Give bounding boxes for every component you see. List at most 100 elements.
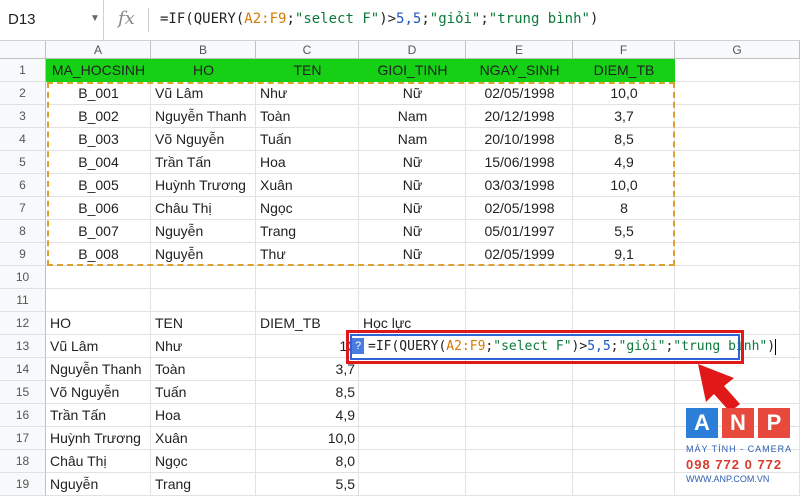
column-header-e[interactable]: E: [466, 41, 573, 59]
table-cell[interactable]: 20/12/1998: [466, 105, 573, 128]
table-cell[interactable]: 8: [573, 197, 675, 220]
row-header-12[interactable]: 12: [0, 312, 46, 335]
table-cell[interactable]: Tuấn: [256, 128, 359, 151]
table-cell[interactable]: Nam: [359, 105, 466, 128]
table-cell[interactable]: Nguyễn Thanh: [151, 105, 256, 128]
table-cell[interactable]: Toàn: [151, 358, 256, 381]
table-cell[interactable]: 10,0: [256, 427, 359, 450]
row-header-4[interactable]: 4: [0, 128, 46, 151]
cell[interactable]: [573, 427, 675, 450]
column-title[interactable]: HO: [151, 59, 256, 82]
table-cell[interactable]: Huỳnh Trương: [151, 174, 256, 197]
table-cell[interactable]: B_006: [46, 197, 151, 220]
table-cell[interactable]: B_008: [46, 243, 151, 266]
row-header-3[interactable]: 3: [0, 105, 46, 128]
row-header-9[interactable]: 9: [0, 243, 46, 266]
table-cell[interactable]: 5,5: [256, 473, 359, 496]
cell[interactable]: [256, 289, 359, 312]
cell[interactable]: [573, 473, 675, 496]
column-title[interactable]: MA_HOCSINH: [46, 59, 151, 82]
row-header-18[interactable]: 18: [0, 450, 46, 473]
cell[interactable]: [675, 289, 800, 312]
table-cell[interactable]: Vũ Lâm: [151, 82, 256, 105]
table-cell[interactable]: B_007: [46, 220, 151, 243]
table-cell[interactable]: 02/05/1998: [466, 197, 573, 220]
column-header-b[interactable]: B: [151, 41, 256, 59]
cell[interactable]: [675, 82, 800, 105]
column-title[interactable]: DIEM_TB: [256, 312, 359, 335]
table-cell[interactable]: Nguyễn Thanh: [46, 358, 151, 381]
table-cell[interactable]: Tuấn: [151, 381, 256, 404]
cell[interactable]: [573, 450, 675, 473]
table-cell[interactable]: Thư: [256, 243, 359, 266]
table-cell[interactable]: B_005: [46, 174, 151, 197]
column-header-a[interactable]: A: [46, 41, 151, 59]
table-cell[interactable]: Nữ: [359, 197, 466, 220]
table-cell[interactable]: Võ Nguyễn: [151, 128, 256, 151]
cell[interactable]: [675, 266, 800, 289]
table-cell[interactable]: 9,1: [573, 243, 675, 266]
column-title[interactable]: NGAY_SINH: [466, 59, 573, 82]
table-cell[interactable]: Trang: [151, 473, 256, 496]
cell[interactable]: [466, 404, 573, 427]
table-cell[interactable]: Nữ: [359, 151, 466, 174]
table-cell[interactable]: Như: [151, 335, 256, 358]
row-header-16[interactable]: 16: [0, 404, 46, 427]
row-header-10[interactable]: 10: [0, 266, 46, 289]
chevron-down-icon[interactable]: ▼: [90, 13, 100, 24]
row-header-5[interactable]: 5: [0, 151, 46, 174]
table-cell[interactable]: B_003: [46, 128, 151, 151]
row-header-17[interactable]: 17: [0, 427, 46, 450]
cell[interactable]: [466, 381, 573, 404]
table-cell[interactable]: 10,0: [573, 82, 675, 105]
table-cell[interactable]: Huỳnh Trương: [46, 427, 151, 450]
row-header-6[interactable]: 6: [0, 174, 46, 197]
row-header-13[interactable]: 13: [0, 335, 46, 358]
table-cell[interactable]: Nữ: [359, 174, 466, 197]
cell[interactable]: [359, 381, 466, 404]
column-header-d[interactable]: D: [359, 41, 466, 59]
table-cell[interactable]: Hoa: [151, 404, 256, 427]
table-cell[interactable]: Nguyễn: [151, 220, 256, 243]
table-cell[interactable]: 15/06/1998: [466, 151, 573, 174]
cell[interactable]: [359, 473, 466, 496]
table-cell[interactable]: Nữ: [359, 243, 466, 266]
table-cell[interactable]: 8,0: [256, 450, 359, 473]
table-cell[interactable]: Nữ: [359, 220, 466, 243]
table-cell[interactable]: Châu Thị: [46, 450, 151, 473]
table-cell[interactable]: Vũ Lâm: [46, 335, 151, 358]
cell[interactable]: [466, 473, 573, 496]
cell[interactable]: [256, 266, 359, 289]
column-header-g[interactable]: G: [675, 41, 800, 59]
column-title[interactable]: GIOI_TINH: [359, 59, 466, 82]
cell[interactable]: [151, 289, 256, 312]
cell[interactable]: [466, 450, 573, 473]
column-title[interactable]: TEN: [256, 59, 359, 82]
table-cell[interactable]: 8,5: [256, 381, 359, 404]
column-title[interactable]: TEN: [151, 312, 256, 335]
cell[interactable]: [675, 197, 800, 220]
table-cell[interactable]: Trần Tấn: [46, 404, 151, 427]
cell[interactable]: [675, 105, 800, 128]
table-cell[interactable]: Toàn: [256, 105, 359, 128]
row-header-19[interactable]: 19: [0, 473, 46, 496]
table-cell[interactable]: Ngọc: [151, 450, 256, 473]
cell[interactable]: [675, 174, 800, 197]
table-cell[interactable]: Ngọc: [256, 197, 359, 220]
table-cell[interactable]: Xuân: [151, 427, 256, 450]
table-cell[interactable]: Nữ: [359, 82, 466, 105]
cell[interactable]: [466, 427, 573, 450]
row-header-1[interactable]: 1: [0, 59, 46, 82]
cell[interactable]: [46, 289, 151, 312]
row-header-7[interactable]: 7: [0, 197, 46, 220]
cell[interactable]: [359, 266, 466, 289]
table-cell[interactable]: 4,9: [573, 151, 675, 174]
cell[interactable]: [151, 266, 256, 289]
table-cell[interactable]: 3,7: [256, 358, 359, 381]
table-cell[interactable]: Nguyễn: [46, 473, 151, 496]
row-header-2[interactable]: 2: [0, 82, 46, 105]
cell[interactable]: [46, 266, 151, 289]
cell[interactable]: [359, 450, 466, 473]
cell[interactable]: [466, 289, 573, 312]
cell[interactable]: [573, 266, 675, 289]
